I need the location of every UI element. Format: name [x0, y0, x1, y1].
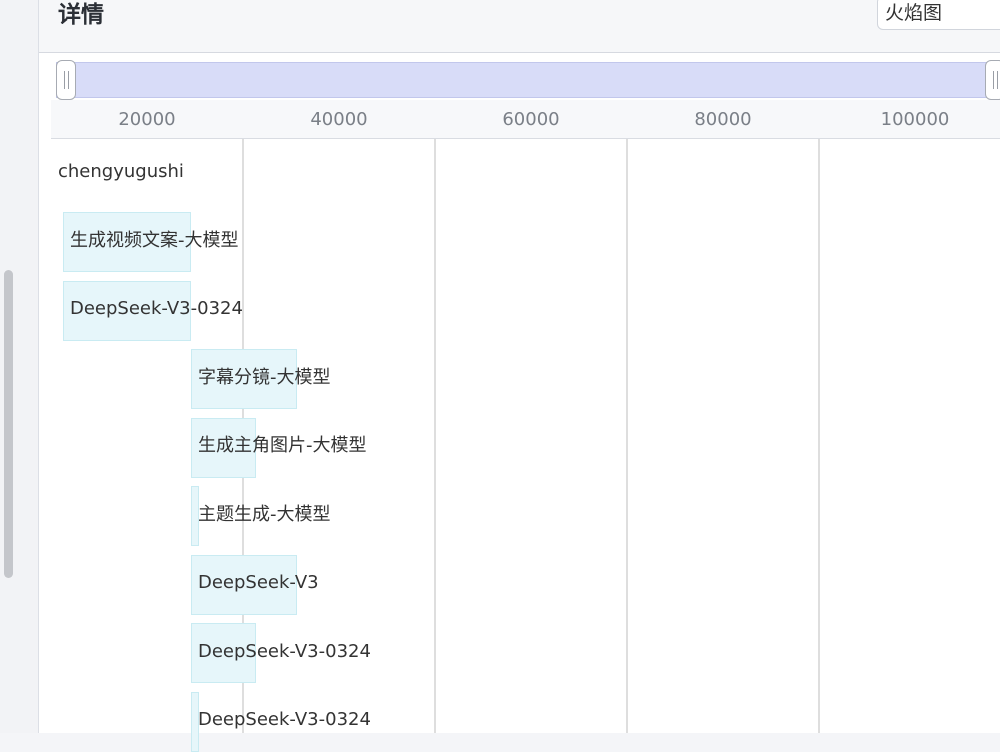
view-type-select-value: 火焰图 — [885, 2, 943, 24]
grid-line — [434, 139, 436, 733]
grid-line — [626, 139, 628, 733]
axis-tick-label: 20000 — [118, 109, 176, 130]
flame-bar-label: 主题生成-大模型 — [198, 504, 331, 525]
axis-tick-label: 80000 — [694, 109, 752, 130]
flame-bar-label: DeepSeek-V3-0324 — [198, 641, 371, 662]
left-sidebar-strip — [0, 0, 39, 733]
flame-bar-label: 生成视频文案-大模型 — [70, 230, 239, 251]
flame-bar-label: DeepSeek-V3-0324 — [198, 709, 371, 730]
flame-bar-label: 生成主角图片-大模型 — [198, 435, 367, 456]
flame-root-label[interactable]: chengyugushi — [58, 160, 184, 184]
grid-line — [818, 139, 820, 733]
flame-bar-label: DeepSeek-V3 — [198, 572, 319, 593]
axis-tick-label: 40000 — [310, 109, 368, 130]
zoom-handle-left[interactable] — [56, 60, 76, 100]
axis-tick-label: 60000 — [502, 109, 560, 130]
flame-bar-label: DeepSeek-V3-0324 — [70, 298, 243, 319]
view-type-select[interactable]: 火焰图 — [877, 0, 1000, 30]
left-scrollbar-thumb[interactable] — [4, 270, 13, 578]
page-title: 详情 — [58, 2, 104, 28]
flame-bar-label: 字幕分镜-大模型 — [198, 367, 331, 388]
zoom-handle-right[interactable] — [985, 60, 1000, 100]
panel-header: 详情 火焰图 — [39, 0, 1000, 53]
axis-tick-label: 100000 — [880, 109, 950, 130]
zoom-range-fill[interactable] — [56, 62, 1000, 98]
